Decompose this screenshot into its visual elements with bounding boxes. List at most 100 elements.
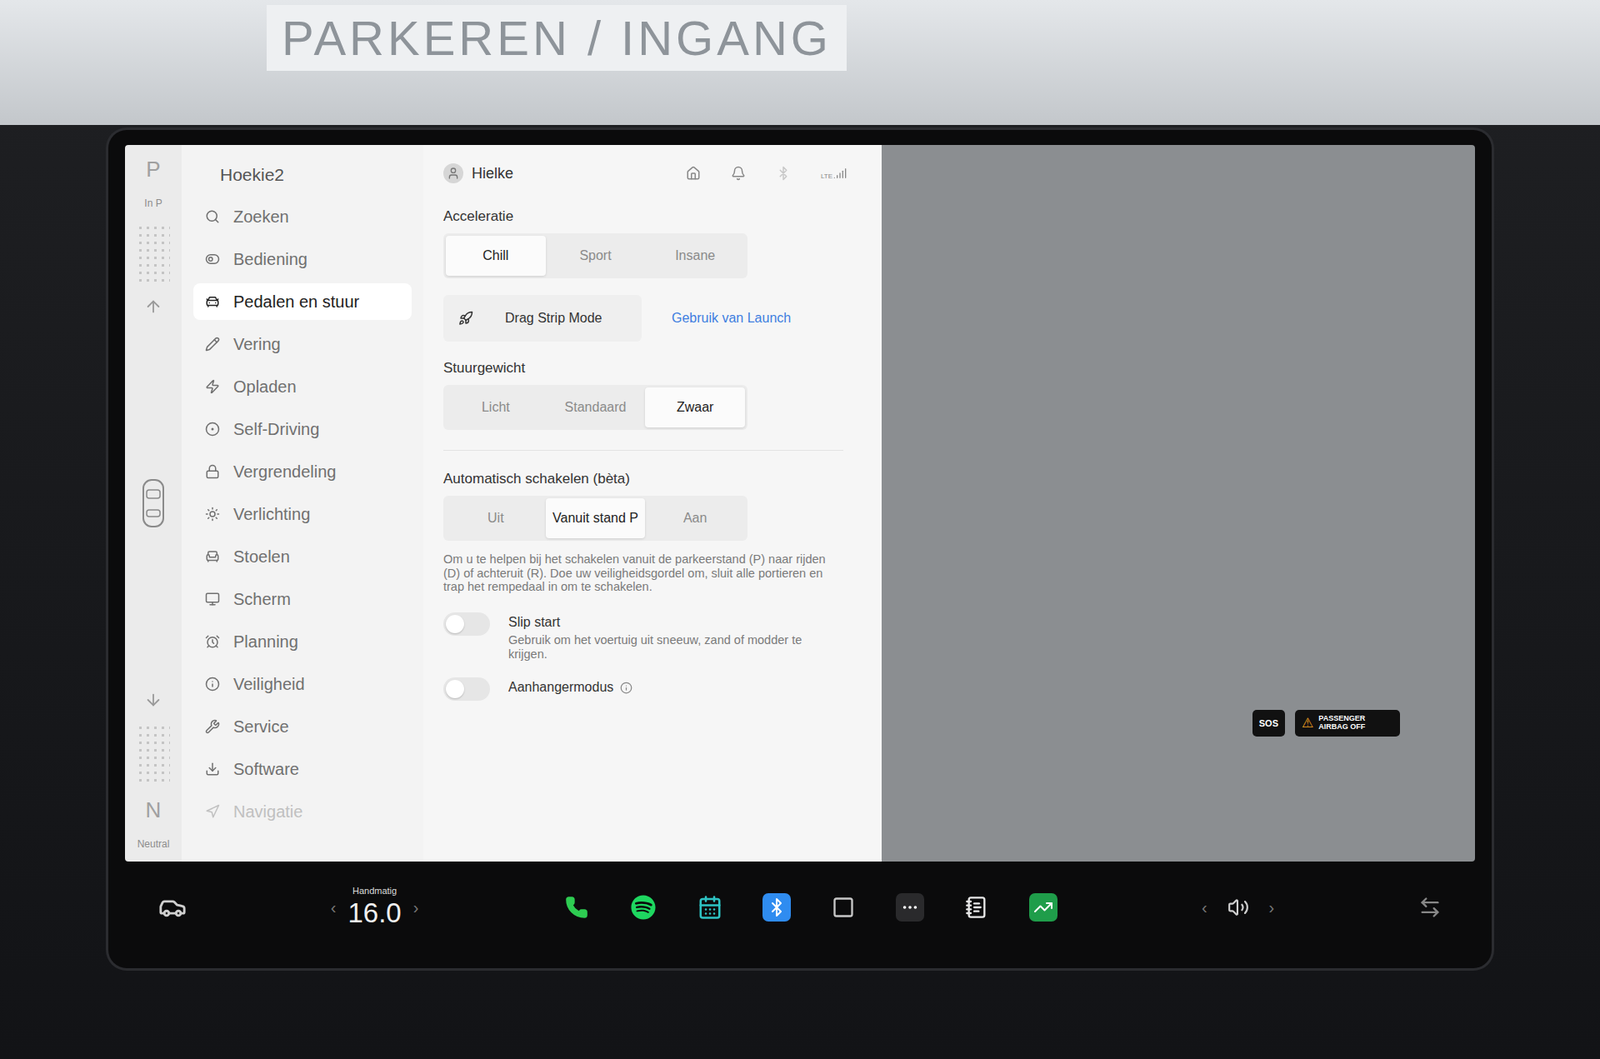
segment-option[interactable]: Insane — [645, 235, 745, 276]
info-icon[interactable] — [620, 681, 633, 695]
sos-badge[interactable]: SOS — [1252, 710, 1285, 737]
climate-mode: Handmatig — [352, 885, 397, 896]
steering-selector: LichtStandaardZwaar — [443, 385, 748, 430]
segment-option[interactable]: Vanuit stand P — [545, 498, 646, 539]
divider — [443, 450, 844, 451]
sidebar-item[interactable]: Scherm — [193, 580, 412, 618]
segment-option[interactable]: Uit — [445, 498, 546, 539]
segment-option[interactable]: Chill — [445, 235, 546, 276]
bluetooth-app-icon[interactable] — [762, 893, 791, 922]
home-icon[interactable] — [685, 165, 701, 181]
touchscreen: PIn PNNeutralHoekie2ZoekenBedieningPedal… — [108, 130, 1492, 969]
section-label: Stuurgewicht — [443, 360, 862, 377]
gear-sub: Neutral — [137, 838, 170, 850]
menu-icon — [205, 719, 220, 735]
dashcam-icon[interactable] — [829, 893, 858, 922]
volume-up[interactable]: › — [1269, 898, 1275, 918]
sidebar-item[interactable]: Verlichting — [193, 495, 412, 533]
sidebar-item[interactable]: Planning — [193, 623, 412, 660]
car-top-icon — [140, 478, 166, 529]
sidebar-item[interactable]: Veiligheid — [193, 665, 412, 703]
bell-icon[interactable] — [730, 165, 746, 181]
segment-option[interactable]: Zwaar — [645, 387, 745, 428]
menu-icon — [205, 336, 220, 352]
user-icon — [443, 163, 464, 184]
arrow-down-icon — [144, 690, 163, 710]
toggle-switch[interactable] — [443, 677, 490, 701]
segment-option[interactable]: Standaard — [545, 387, 646, 428]
gear-letter: N — [145, 797, 162, 824]
sidebar-item[interactable]: Stoelen — [193, 538, 412, 575]
sidebar-item[interactable]: Self-Driving — [193, 410, 412, 448]
map[interactable]: SOS⚠PASSENGER AIRBAG OFF — [881, 145, 1475, 862]
energy-icon[interactable] — [1029, 893, 1058, 922]
temp-down[interactable]: ‹ — [330, 898, 337, 918]
airbag-icon: ⚠ — [1301, 715, 1314, 731]
menu-icon — [205, 379, 220, 395]
segment-option[interactable]: Licht — [445, 387, 546, 428]
menu-icon — [205, 634, 220, 650]
signal-icon — [833, 166, 847, 180]
climate-control: ‹ Handmatig16.0 › — [330, 885, 420, 930]
temperature-display[interactable]: Handmatig16.0 — [347, 885, 401, 930]
drag-strip-button[interactable]: Drag Strip Mode — [443, 295, 642, 342]
user-profile[interactable]: Hielke — [443, 163, 514, 184]
phone-icon[interactable] — [562, 893, 591, 922]
menu-icon — [205, 804, 220, 820]
speaker-icon[interactable] — [1227, 896, 1250, 919]
sidebar-item[interactable]: Navigatie — [193, 793, 412, 830]
toggle-switch[interactable] — [443, 612, 490, 636]
spotify-icon[interactable] — [629, 893, 658, 922]
gear-strip[interactable]: PIn PNNeutral — [125, 145, 182, 862]
rocket-icon — [458, 310, 474, 326]
parking-sign: PARKEREN / INGANG — [266, 5, 847, 71]
menu-icon — [205, 251, 220, 267]
content-header: Hielke LTE — [443, 163, 862, 184]
sidebar-item[interactable]: Vering — [193, 325, 412, 363]
temp-up[interactable]: › — [413, 898, 420, 918]
toggle-label: Slip start — [508, 615, 842, 630]
toggle-description: Gebruik om het voertuig uit sneeuw, zand… — [508, 633, 842, 661]
car-icon[interactable] — [158, 893, 187, 922]
profile-name[interactable]: Hoekie2 — [193, 160, 412, 199]
settings-sidebar: Hoekie2Zoeken Bediening Pedalen en stuur Ve… — [181, 145, 424, 862]
menu-icon — [205, 464, 220, 480]
network-status: LTE — [820, 166, 847, 180]
menu-icon — [205, 549, 220, 565]
sidebar-item[interactable]: Bediening — [193, 240, 412, 278]
toggle-text: Aanhangermodus — [508, 677, 633, 695]
background-scene: PARKEREN / INGANG — [0, 0, 1600, 125]
segment-option[interactable]: Sport — [545, 235, 646, 276]
sidebar-item[interactable]: Service — [193, 708, 412, 745]
toggle-label: Aanhangermodus — [508, 680, 633, 695]
sidebar-item[interactable]: Pedalen en stuur — [193, 283, 412, 320]
more-icon[interactable] — [895, 893, 925, 922]
sidebar-item[interactable]: Zoeken — [193, 198, 412, 235]
settings-content: HielkeLTEAcceleratieChillSportInsaneDrag… — [423, 145, 882, 862]
toggle-row: Slip start Gebruik om het voertuig uit sn… — [443, 612, 862, 661]
swap-icon[interactable] — [1418, 895, 1442, 920]
gear-dots — [136, 724, 170, 783]
map-badges: SOS⚠PASSENGER AIRBAG OFF — [1252, 710, 1400, 737]
sidebar-item[interactable]: Vergrendeling — [193, 453, 412, 490]
gear-neutral: N Neutral — [136, 690, 170, 850]
auto-shift-selector: UitVanuit stand PAan — [443, 495, 748, 541]
sidebar-item[interactable]: Opladen — [193, 368, 412, 405]
calendar-icon[interactable] — [695, 893, 725, 922]
volume-control: ‹› — [1201, 896, 1275, 919]
section-label: Automatisch schakelen (bèta) — [443, 470, 862, 488]
manual-icon[interactable] — [962, 893, 991, 922]
bluetooth-icon[interactable] — [775, 165, 791, 181]
launch-link[interactable]: Gebruik van Launch — [671, 310, 791, 326]
volume-down[interactable]: ‹ — [1201, 898, 1208, 918]
temperature: 16.0 — [347, 897, 401, 930]
toggle-text: Slip start Gebruik om het voertuig uit sn… — [508, 612, 842, 661]
menu-icon — [205, 421, 220, 437]
main-area: PIn PNNeutralHoekie2ZoekenBedieningPedal… — [125, 145, 1475, 862]
toggle-row: Aanhangermodus — [443, 677, 862, 701]
sidebar-item[interactable]: Software — [193, 750, 412, 788]
taskbar: ‹Handmatig16.0›‹› — [125, 861, 1475, 954]
screen-row: PIn PNNeutralHoekie2ZoekenBedieningPedal… — [0, 125, 1600, 969]
segment-option[interactable]: Aan — [645, 498, 745, 539]
menu-icon — [205, 506, 220, 522]
